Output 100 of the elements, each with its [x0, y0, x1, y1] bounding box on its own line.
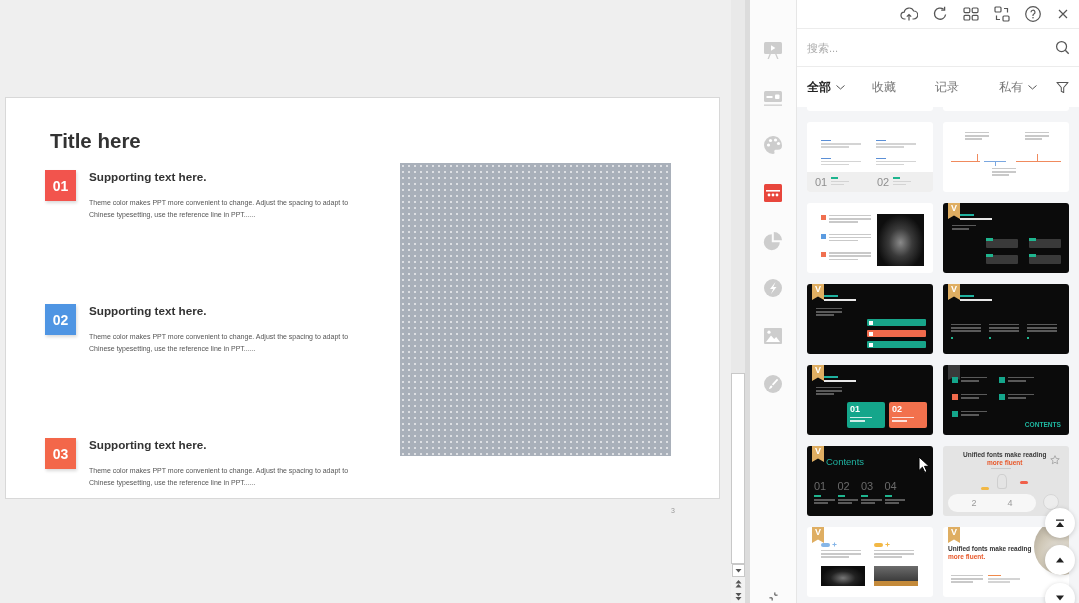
thumbnail-number: 01: [814, 480, 828, 492]
arrow-down-icon: [1055, 593, 1065, 603]
mouse-pointer-icon: [918, 456, 929, 473]
text-lines-drawing: [952, 225, 976, 232]
mini-card: [1029, 239, 1061, 248]
text-lines-drawing: [821, 140, 861, 150]
text-lines-drawing: [988, 575, 1020, 585]
template-thumbnail[interactable]: V Contents 01 02 03 04: [807, 446, 933, 516]
vip-badge: V: [812, 446, 824, 462]
tile-number: 01: [850, 404, 860, 414]
text-lines-drawing: [989, 324, 1019, 339]
text-lines-drawing: [951, 575, 983, 585]
text-lines-drawing: [1027, 324, 1057, 339]
arrow-up-icon: [1055, 555, 1065, 565]
vip-badge: V: [812, 365, 824, 381]
text-lines-drawing: [821, 157, 861, 168]
list-marker-icon: [821, 215, 826, 220]
mini-card: [986, 239, 1018, 248]
number-badge: 03: [45, 438, 76, 469]
photo-placeholder: [877, 214, 924, 266]
list-marker-icon: [952, 377, 958, 383]
mini-card: [1029, 255, 1061, 264]
text-lines-drawing: [861, 495, 882, 506]
text-lines-drawing: [814, 495, 835, 506]
vip-badge: V: [948, 284, 960, 300]
text-lines-drawing: [951, 324, 981, 339]
switch-icon[interactable]: [993, 5, 1011, 23]
back-to-top-icon: [1055, 518, 1065, 528]
vip-badge: V: [812, 284, 824, 300]
item-heading: Supporting text here.: [89, 170, 207, 184]
list-marker-icon: [999, 394, 1005, 400]
slide-title: Title here: [50, 129, 141, 153]
text-lines-drawing: [1025, 132, 1049, 142]
template-thumbnail[interactable]: V 01 02: [807, 365, 933, 435]
tag-icon: [821, 542, 830, 547]
collapse-icon[interactable]: [768, 592, 778, 601]
colored-bar: [867, 319, 926, 326]
colored-bar: [867, 330, 926, 337]
template-icon[interactable]: [763, 182, 783, 203]
list-marker-icon: [999, 377, 1005, 383]
text-lines-drawing: [874, 550, 914, 560]
text-lines-drawing: [829, 215, 871, 225]
close-icon[interactable]: [1058, 9, 1068, 19]
photo-placeholder: [821, 565, 865, 586]
text-lines-drawing: [965, 132, 989, 142]
template-thumbnail[interactable]: [943, 122, 1069, 192]
item-heading: Supporting text here.: [89, 438, 207, 452]
text-lines-drawing: [876, 140, 916, 150]
thumbnail-number: 02: [877, 176, 890, 188]
text-lines-drawing: [1008, 394, 1034, 401]
text-lines-drawing: [824, 376, 856, 384]
text-lines-drawing: [821, 550, 861, 560]
text-lines-drawing: [884, 495, 905, 506]
plus-icon: [832, 542, 837, 547]
thumbnail-number: 04: [884, 480, 898, 492]
mini-card: [986, 255, 1018, 264]
cloud-upload-icon[interactable]: [900, 5, 918, 23]
filter-tab[interactable]: 全部: [807, 76, 845, 98]
photo-placeholder: [874, 565, 918, 586]
filter-tab[interactable]: 收藏: [872, 76, 896, 98]
vip-badge: V: [948, 203, 960, 219]
template-thumbnail[interactable]: 01 02: [807, 122, 933, 192]
text-lines-drawing: [960, 214, 992, 222]
filter-icon[interactable]: [1056, 80, 1069, 94]
template-thumbnail[interactable]: [807, 203, 933, 273]
thumbnail-title: Contents: [826, 456, 865, 467]
plus-icon: [885, 542, 890, 547]
tag-icon: [981, 487, 989, 490]
thumbnail-number: 01: [815, 176, 828, 188]
tag-icon: [1020, 481, 1028, 484]
text-lines-drawing: [824, 295, 856, 303]
text-lines-drawing: [831, 176, 850, 188]
text-lines-drawing: [960, 295, 992, 303]
text-lines-drawing: [829, 233, 871, 244]
scrollbar-thumb[interactable]: [731, 373, 745, 564]
text-lines-drawing: [829, 252, 871, 262]
text-lines-drawing: [837, 495, 858, 506]
star-icon[interactable]: [1050, 455, 1060, 465]
list-marker-icon: [952, 411, 958, 417]
text-lines-drawing: [816, 308, 842, 318]
text-lines-drawing: [892, 417, 914, 424]
text-lines-drawing: [1008, 377, 1034, 384]
refresh-icon[interactable]: [931, 5, 949, 23]
grid-icon[interactable]: [962, 5, 980, 23]
filter-tab[interactable]: 记录: [935, 76, 959, 98]
help-icon[interactable]: [1024, 5, 1042, 23]
scroll-down-icon[interactable]: [731, 564, 745, 577]
text-lines-drawing: [816, 387, 842, 397]
tile-number: 02: [892, 404, 902, 414]
scroll-up-button[interactable]: [1045, 545, 1075, 575]
thumbnail-number: 2: [971, 498, 977, 508]
back-to-top-button[interactable]: [1045, 508, 1075, 538]
item-heading: Supporting text here.: [89, 304, 207, 318]
list-marker-icon: [821, 233, 826, 239]
search-icon[interactable]: [1055, 40, 1070, 55]
vip-badge: V: [948, 527, 960, 543]
filter-tab[interactable]: 私有: [999, 76, 1037, 98]
text-lines-drawing: [961, 394, 987, 401]
thumbnail-number: 02: [837, 480, 851, 492]
search-field[interactable]: 搜索...: [807, 38, 1055, 57]
